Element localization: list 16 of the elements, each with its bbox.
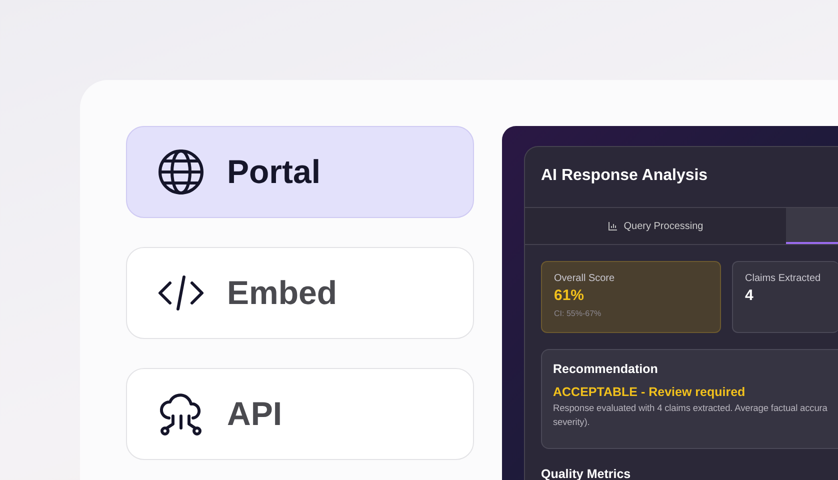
tab[interactable]	[786, 208, 838, 244]
globe-icon	[157, 148, 205, 196]
option-button[interactable]: Portal	[126, 126, 474, 218]
stat-value: 61%	[554, 287, 586, 304]
stat-label: Overall Score	[554, 273, 616, 284]
option-button[interactable]: Embed	[126, 247, 474, 339]
stat-value: 4	[745, 287, 754, 304]
analysis-title: AI Response Analysis	[540, 166, 709, 186]
bar-chart-icon	[608, 221, 618, 231]
recommendation-text: severity).	[553, 417, 591, 427]
recommendation-verdict: ACCEPTABLE - Review required	[553, 385, 746, 399]
stat-note: CI: 55%-67%	[554, 309, 602, 318]
recommendation-text: Response evaluated with 4 claims extracted. Average factual accura	[553, 403, 828, 413]
stat-label: Claims Extracted	[745, 273, 822, 284]
recommendation-heading: Recommendation	[553, 362, 659, 376]
option-button[interactable]: API	[126, 368, 474, 460]
